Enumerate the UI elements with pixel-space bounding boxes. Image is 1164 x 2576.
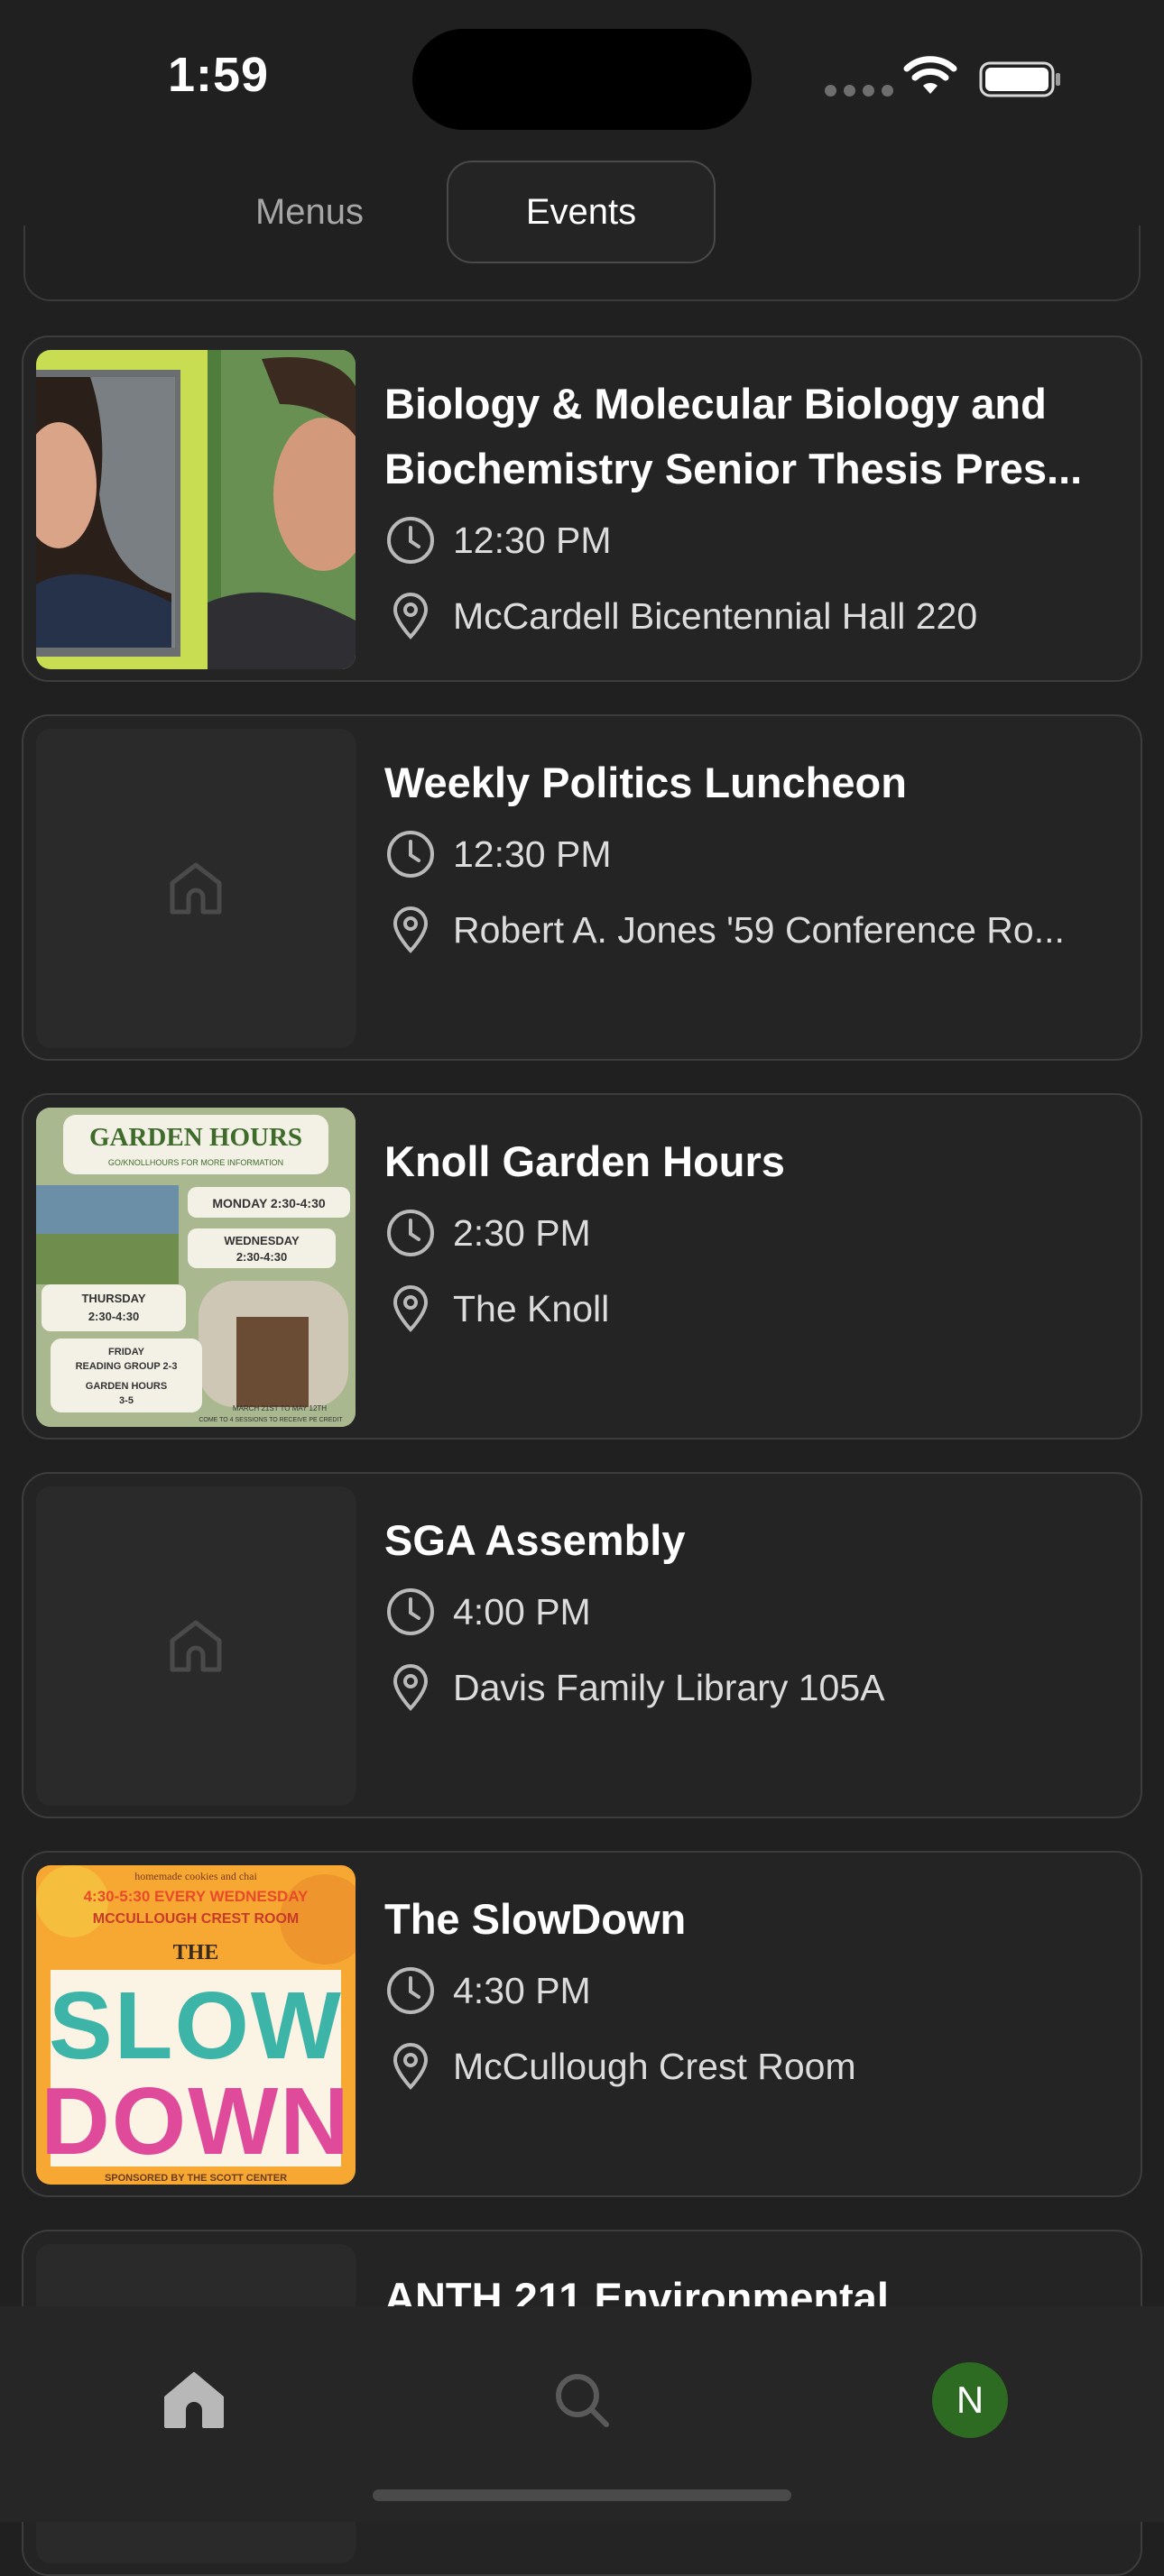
flyer-word-down: DOWN: [41, 2068, 351, 2175]
flyer-thursday: THURSDAY: [81, 1292, 145, 1305]
event-time-text: 4:30 PM: [453, 1969, 591, 2011]
location-pin-icon: [393, 906, 429, 953]
event-time: 4:00 PM: [384, 1586, 1133, 1638]
flyer-footer2: COME TO 4 SESSIONS TO RECEIVE PE CREDIT: [199, 1417, 343, 1423]
event-image-placeholder: [36, 729, 356, 1048]
event-title: The SlowDown: [384, 1895, 687, 1943]
event-card[interactable]: homemade cookies and chai 4:30-5:30 EVER…: [22, 1851, 1142, 2197]
event-title: SGA Assembly: [384, 1516, 686, 1564]
home-icon: [170, 1620, 222, 1672]
flyer-time: 4:30-5:30 EVERY WEDNESDAY: [84, 1888, 309, 1905]
flyer-friday-group: READING GROUP 2-3: [76, 1361, 178, 1372]
event-time-text: 2:30 PM: [453, 1211, 591, 1254]
flyer-footer1: MARCH 21ST TO MAY 12TH: [233, 1404, 327, 1412]
event-location-text: McCullough Crest Room: [453, 2045, 856, 2087]
flyer-subtitle: GO/KNOLLHOURS FOR MORE INFORMATION: [108, 1158, 283, 1167]
location-pin-icon: [393, 593, 429, 639]
flyer-wednesday: WEDNESDAY: [224, 1234, 300, 1247]
event-time: 12:30 PM: [384, 828, 1133, 880]
event-title: Weekly Politics Luncheon: [384, 759, 907, 806]
flyer-friday: FRIDAY: [108, 1347, 145, 1357]
status-time: 1:59: [168, 48, 270, 102]
home-icon: [164, 2372, 224, 2428]
flyer-thursday-time: 2:30-4:30: [88, 1310, 139, 1323]
event-location-text: Robert A. Jones '59 Conference Ro...: [453, 908, 1065, 951]
location-pin-icon: [393, 2043, 429, 2090]
event-location-text: McCardell Bicentennial Hall 220: [453, 594, 978, 637]
event-card[interactable]: Biology & Molecular Biology and Biochemi…: [22, 336, 1142, 682]
flyer-room: MCCULLOUGH CREST ROOM: [93, 1911, 299, 1927]
home-icon: [170, 862, 222, 915]
flyer-top: homemade cookies and chai: [134, 1870, 257, 1882]
flyer-title: GARDEN HOURS: [89, 1123, 302, 1152]
event-image: [36, 350, 356, 669]
flyer-the: THE: [173, 1941, 219, 1964]
event-time: 12:30 PM: [384, 514, 1133, 566]
clock-icon: [387, 1967, 434, 2014]
event-location-text: The Knoll: [453, 1287, 610, 1329]
event-time-text: 4:00 PM: [453, 1590, 591, 1633]
clock-icon: [387, 831, 434, 878]
event-image: homemade cookies and chai 4:30-5:30 EVER…: [36, 1865, 356, 2185]
location-pin-icon: [393, 1664, 429, 1711]
event-location: McCullough Crest Room: [384, 2040, 1133, 2093]
status-bar: 1:59: [0, 0, 1164, 153]
event-card[interactable]: SGA Assembly 4:00 PM Davis Family Librar…: [22, 1472, 1142, 1818]
event-card[interactable]: GARDEN HOURS GO/KNOLLHOURS FOR MORE INFO…: [22, 1093, 1142, 1440]
event-title: Knoll Garden Hours: [384, 1137, 785, 1185]
cellular-signal-icon: [825, 85, 893, 97]
avatar: N: [932, 2362, 1008, 2438]
event-location: Davis Family Library 105A: [384, 1661, 1133, 1714]
event-location-text: Davis Family Library 105A: [453, 1666, 885, 1708]
event-location: McCardell Bicentennial Hall 220: [384, 590, 1133, 642]
dynamic-island: [412, 29, 752, 130]
tab-home[interactable]: [149, 2355, 239, 2445]
event-card[interactable]: Weekly Politics Luncheon 12:30 PM Robert…: [22, 714, 1142, 1061]
clock-icon: [387, 1588, 434, 1635]
flyer-hours: GARDEN HOURS: [86, 1381, 167, 1392]
location-pin-icon: [393, 1285, 429, 1332]
flyer-hours-time: 3-5: [119, 1395, 134, 1406]
event-location: The Knoll: [384, 1283, 1133, 1335]
event-title: Biology & Molecular Biology and Biochemi…: [384, 380, 1083, 492]
event-time: 2:30 PM: [384, 1207, 1133, 1259]
event-time-text: 12:30 PM: [453, 519, 612, 561]
home-indicator: [373, 2489, 791, 2501]
battery-icon: [979, 61, 1060, 97]
clock-icon: [387, 1210, 434, 1256]
clock-icon: [387, 517, 434, 564]
flyer-word-slow: SLOW: [49, 1973, 343, 2079]
event-image: GARDEN HOURS GO/KNOLLHOURS FOR MORE INFO…: [36, 1108, 356, 1427]
tab-profile[interactable]: N: [925, 2355, 1015, 2445]
flyer-monday: MONDAY 2:30-4:30: [212, 1196, 325, 1210]
partial-event-card[interactable]: [23, 225, 1141, 301]
wifi-icon: [903, 56, 957, 94]
event-time: 4:30 PM: [384, 1964, 1133, 2017]
event-time-text: 12:30 PM: [453, 833, 612, 875]
event-location: Robert A. Jones '59 Conference Ro...: [384, 904, 1133, 956]
tab-search[interactable]: [537, 2355, 627, 2445]
event-image-placeholder: [36, 1486, 356, 1806]
search-icon: [556, 2374, 609, 2427]
flyer-bottom: SPONSORED BY THE SCOTT CENTER: [105, 2173, 287, 2184]
flyer-wednesday-time: 2:30-4:30: [236, 1250, 287, 1264]
